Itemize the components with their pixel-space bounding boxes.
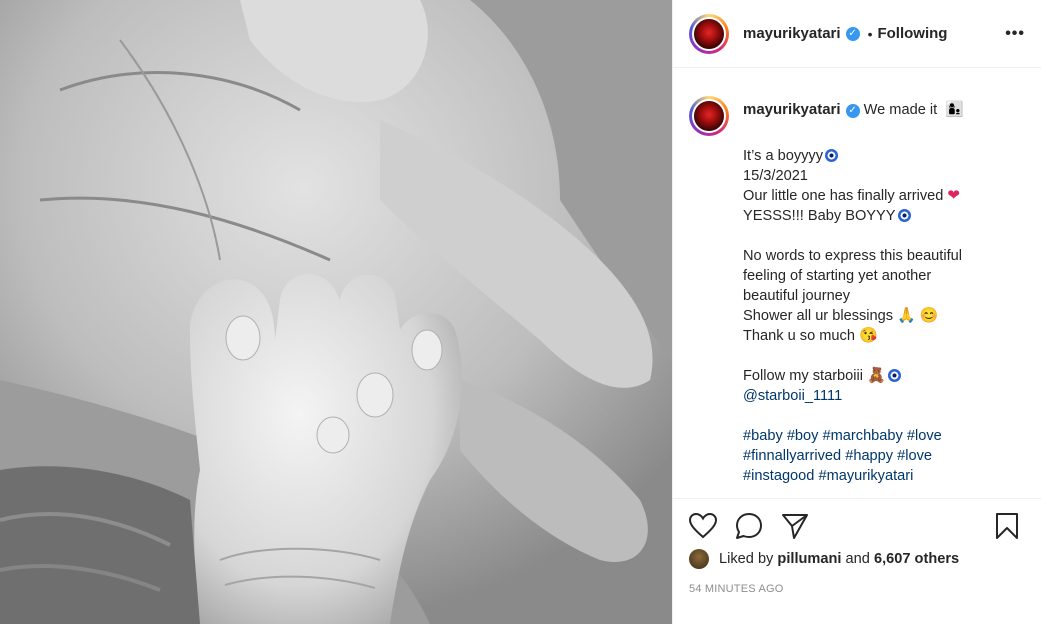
caption-line-text: It’s a boyyyy	[743, 148, 824, 164]
hashtags-line[interactable]: #baby #boy #marchbaby #love	[743, 426, 964, 446]
following-button[interactable]: Following	[877, 25, 947, 42]
caption-line: Our little one has finally arrived ❤	[743, 186, 964, 206]
caption-body: mayurikyatari ✓ We made it 👩‍👦 It’s a boy…	[743, 96, 964, 486]
caption-username-link[interactable]: mayurikyatari	[743, 101, 841, 118]
caption-line: Follow my starboiii 🧸	[743, 366, 964, 386]
nazar-amulet-icon	[825, 149, 839, 162]
caption-line-text: YESSS!!! Baby BOYYY	[743, 208, 896, 224]
caption-line: beautiful journey	[743, 288, 851, 304]
caption-text: We made it	[863, 102, 938, 118]
caption-line: 15/3/2021	[743, 168, 808, 184]
kiss-emoji-icon: 😘	[858, 327, 878, 344]
likes-middle: and	[845, 551, 870, 567]
share-paper-plane-icon[interactable]	[781, 511, 811, 541]
mention-link[interactable]: @starboii_1111	[743, 386, 964, 406]
baby-hand-photo-illustration	[0, 0, 672, 624]
likes-others-link[interactable]: 6,607 others	[874, 551, 959, 567]
likes-prefix: Liked by	[719, 551, 774, 567]
caption-lines: It’s a boyyyy 15/3/2021 Our little one h…	[743, 126, 964, 486]
caption-line: YESSS!!! Baby BOYYY	[743, 206, 964, 226]
praying-hands-emoji-icon: 🙏	[897, 307, 916, 324]
post-photo[interactable]	[0, 0, 672, 624]
caption-line: feeling of starting yet another	[743, 268, 932, 284]
caption-avatar[interactable]	[689, 96, 729, 136]
profile-avatar[interactable]	[689, 13, 729, 54]
post-side-panel: mayurikyatari ✓ • Following ••• mayuriky…	[672, 0, 1041, 624]
caption-line: Thank u so much 😘	[743, 326, 964, 346]
family-emoji-icon: 👩‍👦	[945, 101, 964, 118]
caption-line-text: Our little one has finally arrived	[743, 188, 944, 204]
like-heart-icon[interactable]	[689, 511, 719, 541]
save-bookmark-icon[interactable]	[995, 511, 1025, 541]
teddy-bear-emoji-icon: 🧸	[867, 367, 886, 384]
smile-emoji-icon: 😊	[919, 307, 939, 324]
actions-area: Liked by pillumani and 6,607 others 54 M…	[673, 498, 1041, 624]
caption-line-text: Follow my starboiii	[743, 368, 864, 384]
username-link[interactable]: mayurikyatari	[743, 25, 841, 42]
likes-summary: Liked by pillumani and 6,607 others	[689, 549, 1025, 569]
verified-badge-icon: ✓	[845, 104, 860, 118]
separator-dot: •	[867, 25, 873, 42]
caption-line: It’s a boyyyy	[743, 146, 964, 166]
action-bar	[689, 499, 1025, 553]
avatar-image	[692, 99, 726, 133]
nazar-amulet-icon	[897, 209, 911, 222]
nazar-amulet-icon	[887, 369, 901, 382]
caption-line-text: Shower all ur blessings	[743, 308, 894, 324]
more-options-icon[interactable]: •••	[1005, 25, 1025, 43]
liker-avatar[interactable]	[689, 549, 709, 569]
caption-line: Shower all ur blessings 🙏 😊	[743, 306, 964, 326]
caption-row: mayurikyatari ✓ We made it 👩‍👦 It’s a boy…	[689, 96, 1025, 486]
heart-emoji-icon: ❤	[947, 187, 960, 204]
caption-line-text: Thank u so much	[743, 328, 855, 344]
caption-area: mayurikyatari ✓ We made it 👩‍👦 It’s a boy…	[673, 68, 1041, 498]
instagram-post: mayurikyatari ✓ • Following ••• mayuriky…	[0, 0, 1041, 624]
avatar-image	[692, 16, 726, 51]
comment-icon[interactable]	[735, 511, 765, 541]
caption-first-line: mayurikyatari ✓ We made it 👩‍👦	[743, 100, 964, 120]
hashtags-line[interactable]: #instagood #mayurikyatari	[743, 466, 964, 486]
post-timestamp[interactable]: 54 MINUTES AGO	[689, 583, 1025, 595]
verified-badge-icon: ✓	[845, 26, 860, 41]
liker-username-link[interactable]: pillumani	[777, 551, 841, 567]
hashtags-line[interactable]: #finnallyarrived #happy #love	[743, 446, 964, 466]
caption-line: No words to express this beautiful	[743, 248, 963, 264]
post-header: mayurikyatari ✓ • Following •••	[673, 0, 1041, 68]
